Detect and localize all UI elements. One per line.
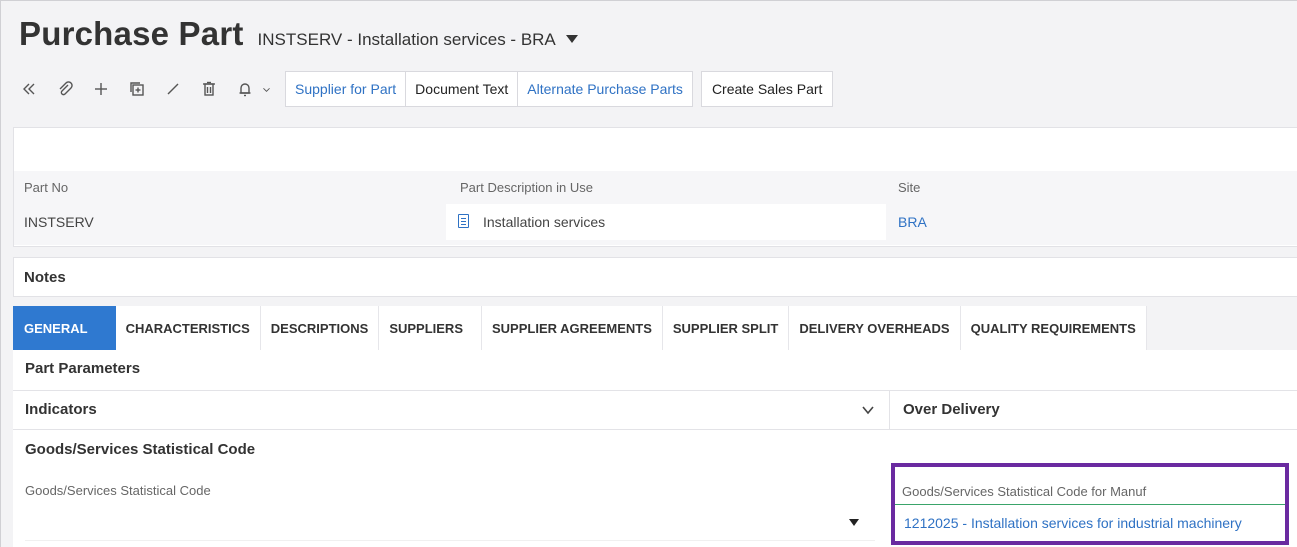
alternate-purchase-parts-button[interactable]: Alternate Purchase Parts xyxy=(518,72,692,106)
tab-delivery-overheads[interactable]: DELIVERY OVERHEADS xyxy=(789,306,961,350)
site-label: Site xyxy=(898,180,921,195)
indicators-row: Indicators Over Delivery xyxy=(13,390,1297,430)
tab-supplier-split[interactable]: SUPPLIER SPLIT xyxy=(662,306,790,350)
document-icon[interactable] xyxy=(458,214,469,228)
part-no-value: INSTSERV xyxy=(24,214,94,230)
indicators-chevron-down-icon[interactable] xyxy=(861,403,875,417)
duplicate-icon[interactable] xyxy=(123,75,151,103)
edit-icon[interactable] xyxy=(159,75,187,103)
collapse-icon[interactable] xyxy=(15,75,43,103)
chevron-down-icon[interactable] xyxy=(259,75,273,103)
command-button-group: Supplier for Part Document Text Alternat… xyxy=(285,71,693,107)
record-selector-caret-icon[interactable] xyxy=(565,35,578,43)
part-parameters-title: Part Parameters xyxy=(25,360,141,377)
document-text-button[interactable]: Document Text xyxy=(406,72,519,106)
supplier-for-part-button[interactable]: Supplier for Part xyxy=(286,72,407,106)
tab-quality-requirements[interactable]: QUALITY REQUIREMENTS xyxy=(960,306,1147,350)
over-delivery-group-title[interactable]: Over Delivery xyxy=(903,401,1000,418)
part-description-field[interactable]: Installation services xyxy=(446,204,886,240)
goods-code-manuf-link[interactable]: 1212025 - Installation services for indu… xyxy=(895,504,1285,541)
tab-supplier-agreements[interactable]: SUPPLIER AGREEMENTS xyxy=(482,306,663,350)
tab-bar: GENERAL CHARACTERISTICS DESCRIPTIONS SUP… xyxy=(13,306,1147,350)
tab-suppliers[interactable]: SUPPLIERS xyxy=(379,306,482,350)
part-parameters-section: Part Parameters xyxy=(13,350,1297,390)
tab-characteristics[interactable]: CHARACTERISTICS xyxy=(115,306,261,350)
caret-down-icon[interactable] xyxy=(849,519,859,526)
page-frame: Purchase Part INSTSERV - Installation se… xyxy=(0,0,1297,547)
site-link[interactable]: BRA xyxy=(898,214,927,230)
delete-icon[interactable] xyxy=(195,75,223,103)
goods-code-select[interactable] xyxy=(25,503,875,541)
add-icon[interactable] xyxy=(87,75,115,103)
page-title: Purchase Part xyxy=(19,15,244,52)
part-description-label: Part Description in Use xyxy=(460,180,593,195)
goods-code-manuf-label: Goods/Services Statistical Code for Manu… xyxy=(902,484,1147,499)
page-header: Purchase Part INSTSERV - Installation se… xyxy=(19,15,578,55)
header-info-card: Part No INSTSERV Part Description in Use… xyxy=(13,127,1297,247)
tab-general[interactable]: GENERAL xyxy=(13,306,116,350)
tab-descriptions[interactable]: DESCRIPTIONS xyxy=(260,306,380,350)
part-no-label: Part No xyxy=(24,180,69,195)
attachment-icon[interactable] xyxy=(51,75,79,103)
column-divider xyxy=(889,390,890,430)
indicators-group-title[interactable]: Indicators xyxy=(25,401,97,418)
highlight-box: Goods/Services Statistical Code for Manu… xyxy=(891,463,1289,545)
toolbar: Supplier for Part Document Text Alternat… xyxy=(15,71,834,107)
create-sales-part-button[interactable]: Create Sales Part xyxy=(700,71,834,107)
goods-services-group-title: Goods/Services Statistical Code xyxy=(25,441,256,458)
notes-section[interactable]: Notes xyxy=(13,257,1297,297)
part-description-value: Installation services xyxy=(483,214,606,230)
record-subtitle: INSTSERV - Installation services - BRA xyxy=(257,30,556,49)
bell-icon[interactable] xyxy=(231,75,259,103)
goods-code-label: Goods/Services Statistical Code xyxy=(25,483,211,498)
